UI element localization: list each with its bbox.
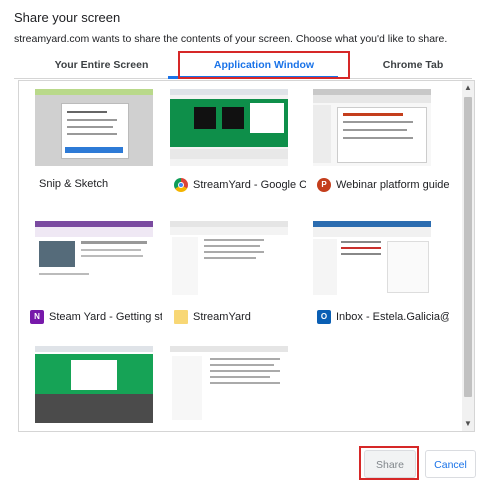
window-title: Webinar platform guide... (336, 179, 449, 191)
window-thumbnail (313, 221, 431, 298)
window-list-scrollbar[interactable]: ▲ ▼ (462, 81, 474, 431)
window-thumbnail (170, 221, 288, 298)
outlook-icon: O (317, 310, 331, 324)
window-title: Snip & Sketch (39, 178, 109, 190)
window-title: Steam Yard - Getting sta... (49, 311, 162, 323)
window-list: Snip & Sketch StreamYard - Google Ch... (18, 80, 475, 432)
window-thumbnail (313, 89, 431, 166)
chrome-icon (174, 178, 188, 192)
window-label: StreamYard - Google Ch... (174, 178, 306, 192)
window-item-streamyard-folder[interactable]: StreamYard (170, 221, 308, 331)
scrollbar-thumb[interactable] (464, 97, 472, 397)
window-label: Snip & Sketch (39, 178, 171, 190)
tab-chrome-tab[interactable]: Chrome Tab (354, 52, 472, 78)
tab-highlight-annotation (178, 51, 350, 79)
window-title: StreamYard - Google Ch... (193, 179, 306, 191)
window-title: Inbox - Estela.Galicia@i... (336, 311, 449, 323)
share-highlight-annotation (359, 446, 419, 480)
window-label: N Steam Yard - Getting sta... (30, 310, 162, 324)
window-label: P Webinar platform guide... (317, 178, 449, 192)
window-label: O Inbox - Estela.Galicia@i... (317, 310, 449, 324)
window-thumbnail (35, 89, 153, 166)
dialog-subtitle: streamyard.com wants to share the conten… (14, 33, 448, 45)
window-title: StreamYard (193, 311, 251, 323)
window-thumbnail (35, 221, 153, 298)
dialog-title: Share your screen (14, 10, 121, 25)
window-item-streamyard-chrome[interactable]: StreamYard - Google Ch... (170, 89, 308, 199)
window-thumbnail (170, 89, 288, 166)
window-item-snip-sketch[interactable]: Snip & Sketch (35, 89, 173, 199)
window-thumbnail (35, 346, 153, 423)
folder-icon (174, 310, 188, 324)
window-label: StreamYard (174, 310, 306, 324)
tab-entire-screen[interactable]: Your Entire Screen (19, 52, 184, 78)
scroll-down-icon[interactable]: ▼ (462, 417, 474, 431)
cancel-button[interactable]: Cancel (425, 450, 476, 478)
window-item-file-explorer[interactable] (170, 346, 308, 431)
window-item-onenote[interactable]: N Steam Yard - Getting sta... (26, 221, 164, 331)
onenote-icon: N (30, 310, 44, 324)
scroll-up-icon[interactable]: ▲ (462, 81, 474, 95)
powerpoint-icon: P (317, 178, 331, 192)
window-item-outlook-inbox[interactable]: O Inbox - Estela.Galicia@i... (313, 221, 451, 331)
window-item-browser-green[interactable] (26, 346, 164, 431)
window-item-webinar-guide[interactable]: P Webinar platform guide... (313, 89, 451, 199)
window-thumbnail (170, 346, 288, 423)
